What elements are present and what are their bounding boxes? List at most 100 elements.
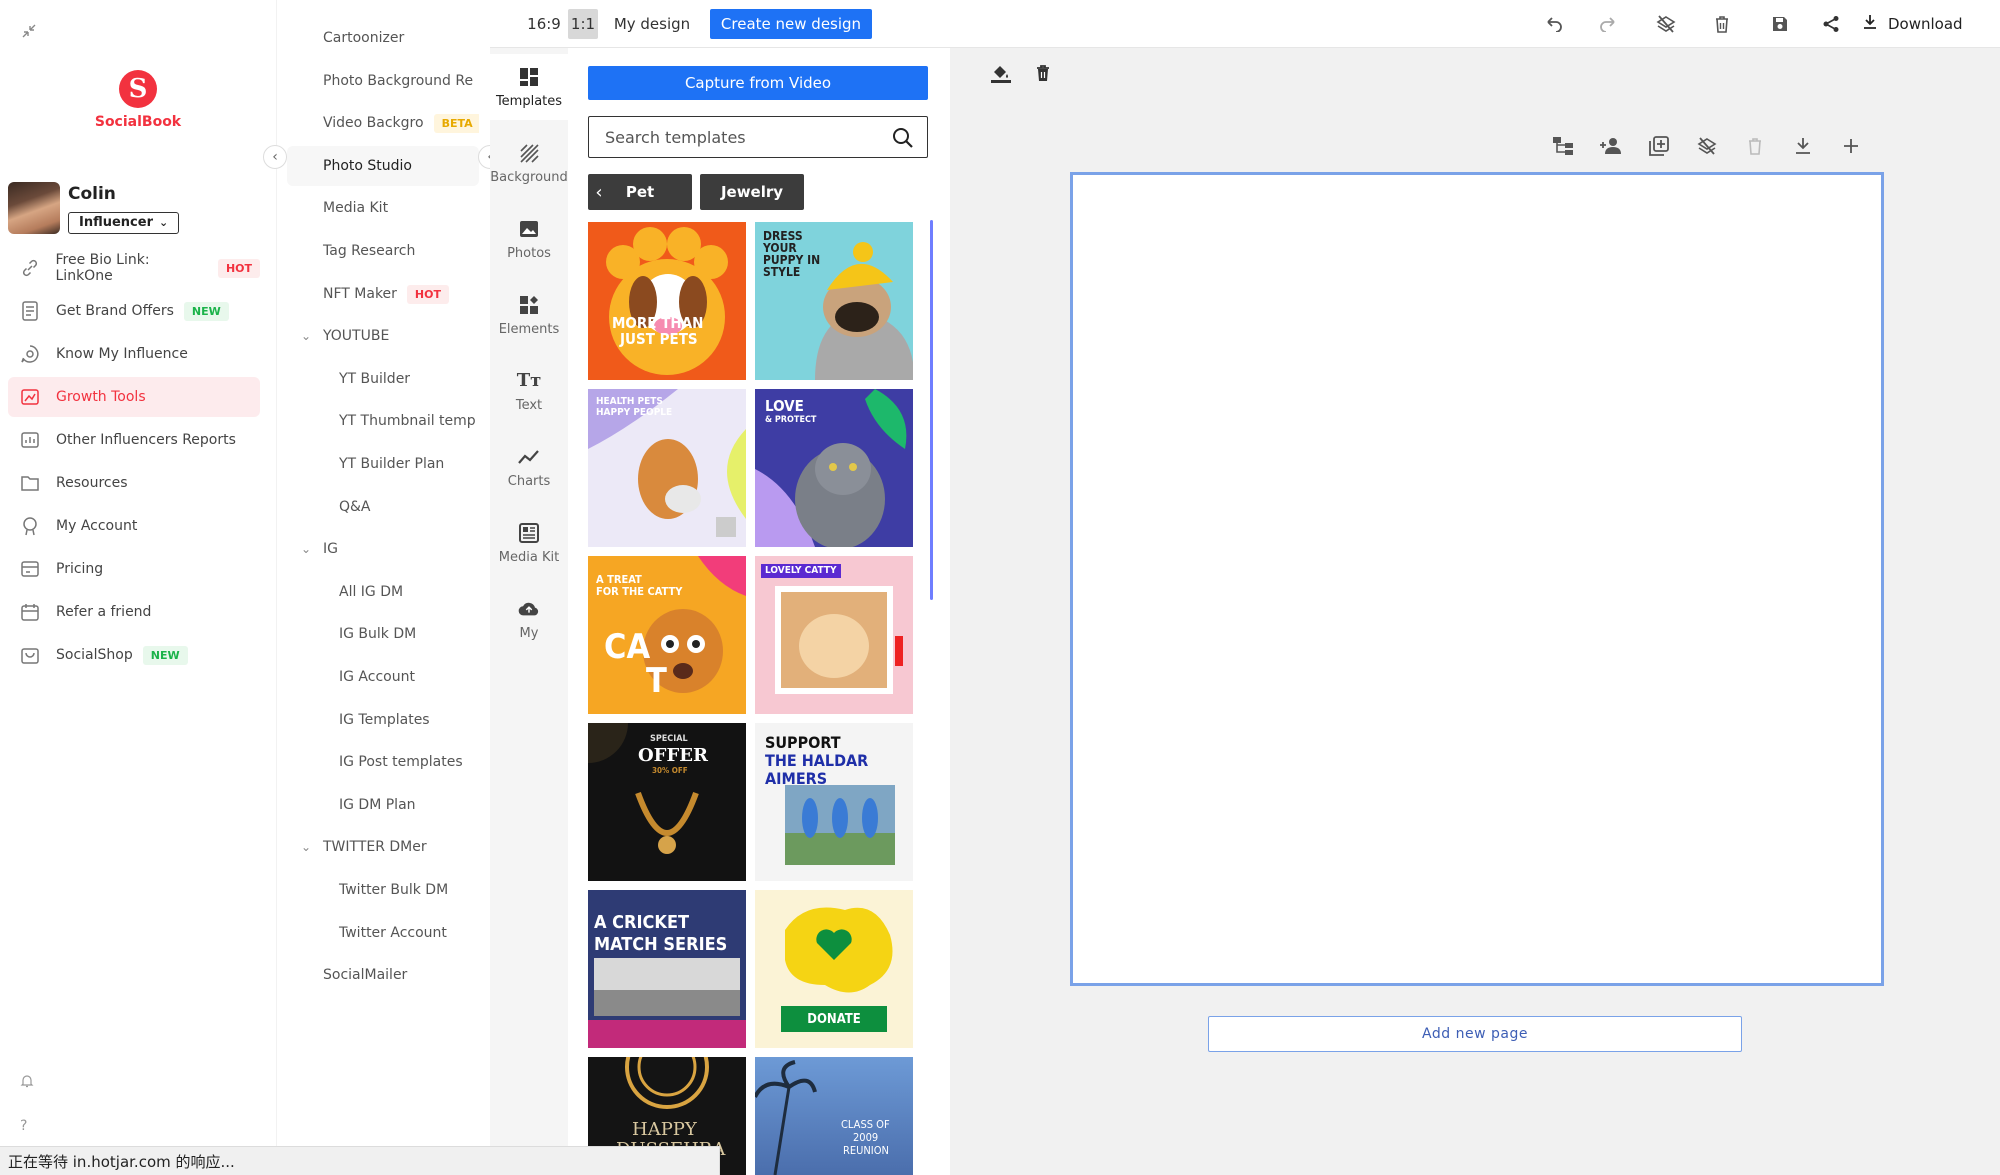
template-class-of-2009-reunion[interactable]: CLASS OF 2009 REUNION <box>755 1057 913 1175</box>
template-support-the-haldar-aimers[interactable]: SUPPORT THE HALDAR AIMERS <box>755 723 913 881</box>
redo-icon[interactable] <box>1596 11 1622 37</box>
save-icon[interactable] <box>1767 11 1793 37</box>
paint-bucket-icon[interactable] <box>988 60 1014 86</box>
my-design-button[interactable]: My design <box>608 9 696 39</box>
template-special-offer[interactable]: SPECIAL OFFER 30% OFF <box>588 723 746 881</box>
submenu-item-twitter-account[interactable]: Twitter Account <box>287 913 479 953</box>
template-dress-your-puppy[interactable]: DRESS YOUR PUPPY IN STYLE <box>755 222 913 380</box>
template-more-than-just-pets[interactable]: MORE THAN JUST PETS <box>588 222 746 380</box>
tool-text[interactable]: Tт Text <box>490 358 568 424</box>
tool-charts[interactable]: Charts <box>490 434 568 500</box>
brand-logo[interactable]: S SocialBook <box>90 70 186 130</box>
template-a-cricket-match-series[interactable]: A CRICKET MATCH SERIES <box>588 890 746 1048</box>
submenu-section-twitter-dmer[interactable]: ⌄ TWITTER DMer <box>287 827 479 867</box>
sidebar-item-bio-link[interactable]: Free Bio Link: LinkOne HOT <box>8 248 260 288</box>
submenu-item-ig-templates[interactable]: IG Templates <box>287 700 479 740</box>
submenu-item-photo-background-re[interactable]: Photo Background Re <box>287 61 479 101</box>
submenu-item-label: IG <box>323 541 338 557</box>
sidebar-item-resources[interactable]: Resources <box>8 463 260 503</box>
template-health-pets-happy-people[interactable]: HEALTH PETS HAPPY PEOPLE <box>588 389 746 547</box>
submenu-item-yt-builder[interactable]: YT Builder <box>287 359 479 399</box>
tool-my[interactable]: My <box>490 586 568 652</box>
sidebar-item-label: Resources <box>56 475 128 491</box>
search-icon[interactable] <box>891 126 915 150</box>
template-love-and-protect[interactable]: LOVE & PROTECT <box>755 389 913 547</box>
collapse-sidebar-button[interactable]: ‹ <box>263 145 287 169</box>
sidebar-item-know-my-influence[interactable]: Know My Influence <box>8 334 260 374</box>
collapse-sidebar-icon[interactable] <box>16 18 42 44</box>
sidebar-item-pricing[interactable]: Pricing <box>8 549 260 589</box>
left-sidebar: S SocialBook Colin Influencer ⌄ Free Bio … <box>0 0 276 1175</box>
trash-icon[interactable] <box>1030 60 1056 86</box>
undo-icon[interactable] <box>1540 11 1566 37</box>
submenu-item-ig-bulk-dm[interactable]: IG Bulk DM <box>287 614 479 654</box>
search-input[interactable] <box>605 127 875 147</box>
trash-icon[interactable] <box>1742 134 1768 158</box>
download-button[interactable]: Download <box>1862 9 1963 39</box>
design-page[interactable] <box>1070 172 1884 986</box>
add-icon[interactable] <box>1838 134 1864 158</box>
new-badge: NEW <box>142 645 188 665</box>
create-new-design-button[interactable]: Create new design <box>710 9 872 39</box>
chevron-left-icon[interactable]: ‹ <box>588 174 610 210</box>
tool-background[interactable]: Background <box>490 130 568 196</box>
help-icon[interactable]: ? <box>20 1118 27 1134</box>
download-icon[interactable] <box>1790 134 1816 158</box>
ratio-1-1-button[interactable]: 1:1 <box>568 9 598 39</box>
template-text: CLASS OF <box>841 1118 890 1131</box>
submenu-item-media-kit[interactable]: Media Kit <box>287 188 479 228</box>
tool-media-kit[interactable]: Media Kit <box>490 510 568 576</box>
submenu-item-video-backgro[interactable]: Video Backgro BETA <box>287 103 479 143</box>
template-a-treat-for-the-catty[interactable]: A TREAT FOR THE CATTY CA T <box>588 556 746 714</box>
add-new-page-button[interactable]: Add new page <box>1208 1016 1742 1052</box>
tool-elements[interactable]: Elements <box>490 282 568 348</box>
template-lovely-catty[interactable]: LOVELY CATTY <box>755 556 913 714</box>
panel-scrollbar[interactable] <box>930 220 933 600</box>
submenu-item-label: Video Backgro <box>323 115 424 131</box>
add-person-icon[interactable] <box>1598 134 1624 158</box>
capture-from-video-button[interactable]: Capture from Video <box>588 66 928 100</box>
layers-off-icon[interactable] <box>1694 134 1720 158</box>
layers-off-icon[interactable] <box>1653 11 1679 37</box>
cloud-upload-icon <box>518 598 540 620</box>
beta-badge: BETA <box>433 113 479 133</box>
submenu-item-ig-post-templates[interactable]: IG Post templates <box>287 742 479 782</box>
tool-templates[interactable]: Templates <box>490 54 568 120</box>
sidebar-item-socialshop[interactable]: SocialShop NEW <box>8 635 260 675</box>
submenu-item-ig-account[interactable]: IG Account <box>287 657 479 697</box>
submenu-item-tag-research[interactable]: Tag Research <box>287 231 479 271</box>
sidebar-item-other-reports[interactable]: Other Influencers Reports <box>8 420 260 460</box>
sidebar-item-label: Know My Influence <box>56 346 188 362</box>
template-donate[interactable]: DONATE <box>755 890 913 1048</box>
trash-icon[interactable] <box>1709 11 1735 37</box>
share-icon[interactable] <box>1818 11 1844 37</box>
sidebar-item-brand-offers[interactable]: Get Brand Offers NEW <box>8 291 260 331</box>
submenu-item-socialmailer[interactable]: SocialMailer <box>287 955 479 995</box>
category-jewelry[interactable]: Jewelry <box>700 174 804 210</box>
submenu-item-nft-maker[interactable]: NFT Maker HOT <box>287 274 479 314</box>
tool-photos[interactable]: Photos <box>490 206 568 272</box>
text-icon: Tт <box>516 370 542 391</box>
submenu-item-twitter-bulk-dm[interactable]: Twitter Bulk DM <box>287 870 479 910</box>
hierarchy-icon[interactable] <box>1550 134 1576 158</box>
category-tabs: Pet Jewelry <box>588 174 812 210</box>
document-icon <box>18 300 42 322</box>
submenu-item-all-ig-dm[interactable]: All IG DM <box>287 572 479 612</box>
sidebar-item-growth-tools[interactable]: Growth Tools <box>8 377 260 417</box>
submenu-item-yt-builder-plan[interactable]: YT Builder Plan <box>287 444 479 484</box>
submenu-item-ig-dm-plan[interactable]: IG DM Plan <box>287 785 479 825</box>
submenu-item-photo-studio[interactable]: Photo Studio <box>287 146 479 186</box>
submenu-section-youtube[interactable]: ⌄ YOUTUBE <box>287 316 479 356</box>
submenu-item-q-a[interactable]: Q&A <box>287 487 479 527</box>
submenu-item-yt-thumbnail-temp[interactable]: YT Thumbnail temp <box>287 401 479 441</box>
submenu-item-label: Photo Studio <box>323 158 412 174</box>
duplicate-page-icon[interactable] <box>1646 134 1672 158</box>
ratio-16-9-button[interactable]: 16:9 <box>522 9 566 39</box>
sidebar-item-my-account[interactable]: My Account <box>8 506 260 546</box>
sidebar-item-refer-friend[interactable]: Refer a friend <box>8 592 260 632</box>
submenu-section-ig[interactable]: ⌄ IG <box>287 529 479 569</box>
avatar[interactable] <box>8 182 60 234</box>
role-dropdown[interactable]: Influencer ⌄ <box>68 212 180 234</box>
submenu-item-cartoonizer[interactable]: Cartoonizer <box>287 18 479 58</box>
bell-icon[interactable] <box>20 1074 34 1092</box>
